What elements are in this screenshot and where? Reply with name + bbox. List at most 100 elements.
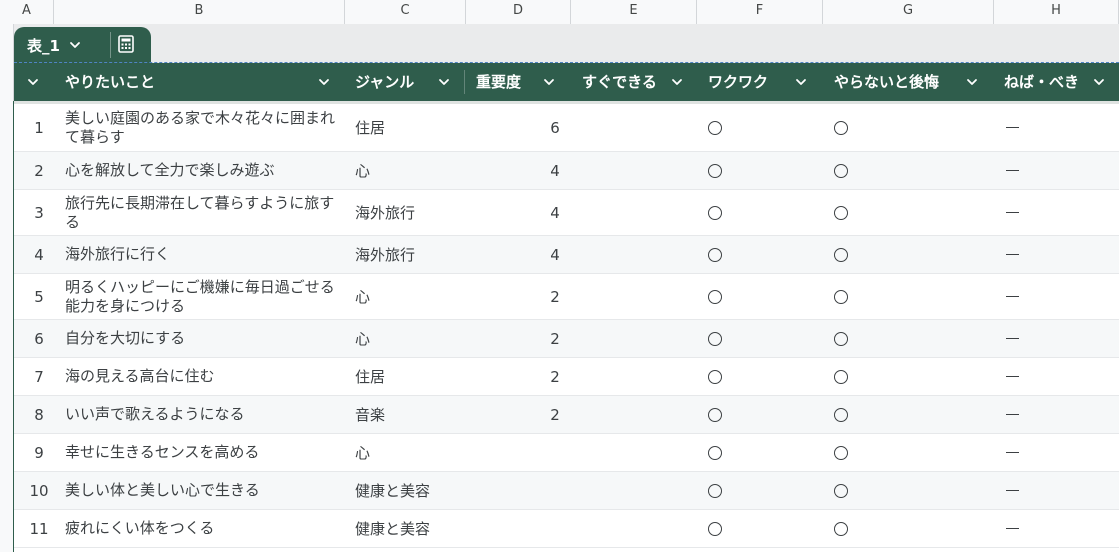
cell-task[interactable]: 美しい体と美しい心で生きる (65, 472, 348, 509)
cell-must[interactable] (952, 274, 1072, 319)
table-row[interactable]: 3旅行先に長期滞在して暮らすように旅する海外旅行4 (14, 190, 1119, 236)
column-letter-h[interactable]: H (994, 0, 1119, 24)
cell-regret[interactable] (781, 396, 901, 433)
row-number[interactable]: 5 (14, 274, 64, 319)
cell-excite[interactable] (655, 152, 775, 189)
chevron-down-icon[interactable] (315, 73, 333, 91)
cell-regret[interactable] (781, 510, 901, 547)
row-number[interactable]: 3 (14, 190, 64, 235)
column-letter-b[interactable]: B (54, 0, 345, 24)
cell-must[interactable] (952, 152, 1072, 189)
cell-task[interactable]: 幸せに生きるセンスを高める (65, 434, 348, 471)
chevron-down-icon[interactable] (540, 73, 558, 91)
row-number[interactable]: 10 (14, 472, 64, 509)
cell-genre[interactable]: 心 (355, 434, 473, 471)
table-row[interactable]: 4海外旅行に行く海外旅行4 (14, 236, 1119, 274)
cell-must[interactable] (952, 434, 1072, 471)
cell-must[interactable] (952, 320, 1072, 357)
table-row[interactable]: 8いい声で歌えるようになる音楽2 (14, 396, 1119, 434)
cell-task[interactable]: 海外旅行に行く (65, 236, 348, 273)
calculator-icon[interactable] (115, 33, 137, 55)
cell-regret[interactable] (781, 236, 901, 273)
cell-excite[interactable] (655, 358, 775, 395)
header-genre[interactable]: ジャンル (355, 63, 414, 101)
table-row[interactable]: 11疲れにくい体をつくる健康と美容 (14, 510, 1119, 548)
cell-genre[interactable]: 海外旅行 (355, 190, 473, 235)
column-letter-f[interactable]: F (697, 0, 823, 24)
cell-regret[interactable] (781, 274, 901, 319)
cell-must[interactable] (952, 104, 1072, 151)
cell-genre[interactable]: 住居 (355, 358, 473, 395)
row-number[interactable]: 4 (14, 236, 64, 273)
table-row[interactable]: 2心を解放して全力で楽しみ遊ぶ心4 (14, 152, 1119, 190)
header-task[interactable]: やりたいこと (65, 63, 155, 101)
column-letter-c[interactable]: C (345, 0, 466, 24)
cell-must[interactable] (952, 472, 1072, 509)
chevron-down-icon[interactable] (792, 73, 810, 91)
header-importance[interactable]: 重要度 (476, 63, 521, 101)
header-regret[interactable]: やらないと後悔 (834, 63, 939, 101)
cell-regret[interactable] (781, 434, 901, 471)
cell-regret[interactable] (781, 358, 901, 395)
cell-genre[interactable]: 心 (355, 152, 473, 189)
chevron-down-icon[interactable] (668, 73, 686, 91)
cell-excite[interactable] (655, 190, 775, 235)
cell-excite[interactable] (655, 236, 775, 273)
cell-must[interactable] (952, 396, 1072, 433)
column-letter-e[interactable]: E (571, 0, 697, 24)
table-row[interactable]: 6自分を大切にする心2 (14, 320, 1119, 358)
cell-genre[interactable]: 心 (355, 274, 473, 319)
cell-must[interactable] (952, 236, 1072, 273)
row-select-chevron-down-icon[interactable] (24, 73, 42, 91)
table-row[interactable]: 9幸せに生きるセンスを高める心 (14, 434, 1119, 472)
cell-genre[interactable]: 健康と美容 (355, 510, 473, 547)
cell-task[interactable]: 海の見える高台に住む (65, 358, 348, 395)
chevron-down-icon[interactable] (66, 36, 84, 54)
cell-excite[interactable] (655, 396, 775, 433)
column-letter-a[interactable]: A (0, 0, 54, 24)
table-row[interactable]: 7海の見える高台に住む住居2 (14, 358, 1119, 396)
cell-genre[interactable]: 住居 (355, 104, 473, 151)
chevron-down-icon[interactable] (1090, 73, 1108, 91)
header-must[interactable]: ねば・べき (1004, 63, 1079, 101)
cell-task[interactable]: 疲れにくい体をつくる (65, 510, 348, 547)
cell-task[interactable]: 美しい庭園のある家で木々花々に囲まれて暮らす (65, 104, 348, 151)
cell-task[interactable]: 旅行先に長期滞在して暮らすように旅する (65, 190, 348, 235)
table-row[interactable]: 10美しい体と美しい心で生きる健康と美容 (14, 472, 1119, 510)
cell-excite[interactable] (655, 472, 775, 509)
cell-excite[interactable] (655, 510, 775, 547)
table-name-tab[interactable]: 表_1 (14, 27, 151, 63)
cell-genre[interactable]: 音楽 (355, 396, 473, 433)
cell-task[interactable]: いい声で歌えるようになる (65, 396, 348, 433)
cell-task[interactable]: 心を解放して全力で楽しみ遊ぶ (65, 152, 348, 189)
cell-genre[interactable]: 海外旅行 (355, 236, 473, 273)
cell-genre[interactable]: 健康と美容 (355, 472, 473, 509)
cell-task[interactable]: 自分を大切にする (65, 320, 348, 357)
cell-excite[interactable] (655, 320, 775, 357)
header-excite[interactable]: ワクワク (708, 63, 768, 101)
cell-genre[interactable]: 心 (355, 320, 473, 357)
cell-must[interactable] (952, 510, 1072, 547)
column-letter-d[interactable]: D (466, 0, 571, 24)
row-number[interactable]: 7 (14, 358, 64, 395)
cell-must[interactable] (952, 358, 1072, 395)
chevron-down-icon[interactable] (963, 73, 981, 91)
row-number[interactable]: 1 (14, 104, 64, 151)
table-row[interactable]: 5明るくハッピーにご機嫌に毎日過ごせる能力を身につける心2 (14, 274, 1119, 320)
cell-excite[interactable] (655, 104, 775, 151)
cell-regret[interactable] (781, 152, 901, 189)
cell-excite[interactable] (655, 434, 775, 471)
row-number[interactable]: 11 (14, 510, 64, 547)
cell-regret[interactable] (781, 472, 901, 509)
table-row[interactable]: 1美しい庭園のある家で木々花々に囲まれて暮らす住居6 (14, 104, 1119, 152)
cell-excite[interactable] (655, 274, 775, 319)
cell-regret[interactable] (781, 104, 901, 151)
row-number[interactable]: 9 (14, 434, 64, 471)
row-number[interactable]: 2 (14, 152, 64, 189)
chevron-down-icon[interactable] (435, 73, 453, 91)
row-number[interactable]: 6 (14, 320, 64, 357)
cell-regret[interactable] (781, 320, 901, 357)
cell-regret[interactable] (781, 190, 901, 235)
row-number[interactable]: 8 (14, 396, 64, 433)
cell-must[interactable] (952, 190, 1072, 235)
